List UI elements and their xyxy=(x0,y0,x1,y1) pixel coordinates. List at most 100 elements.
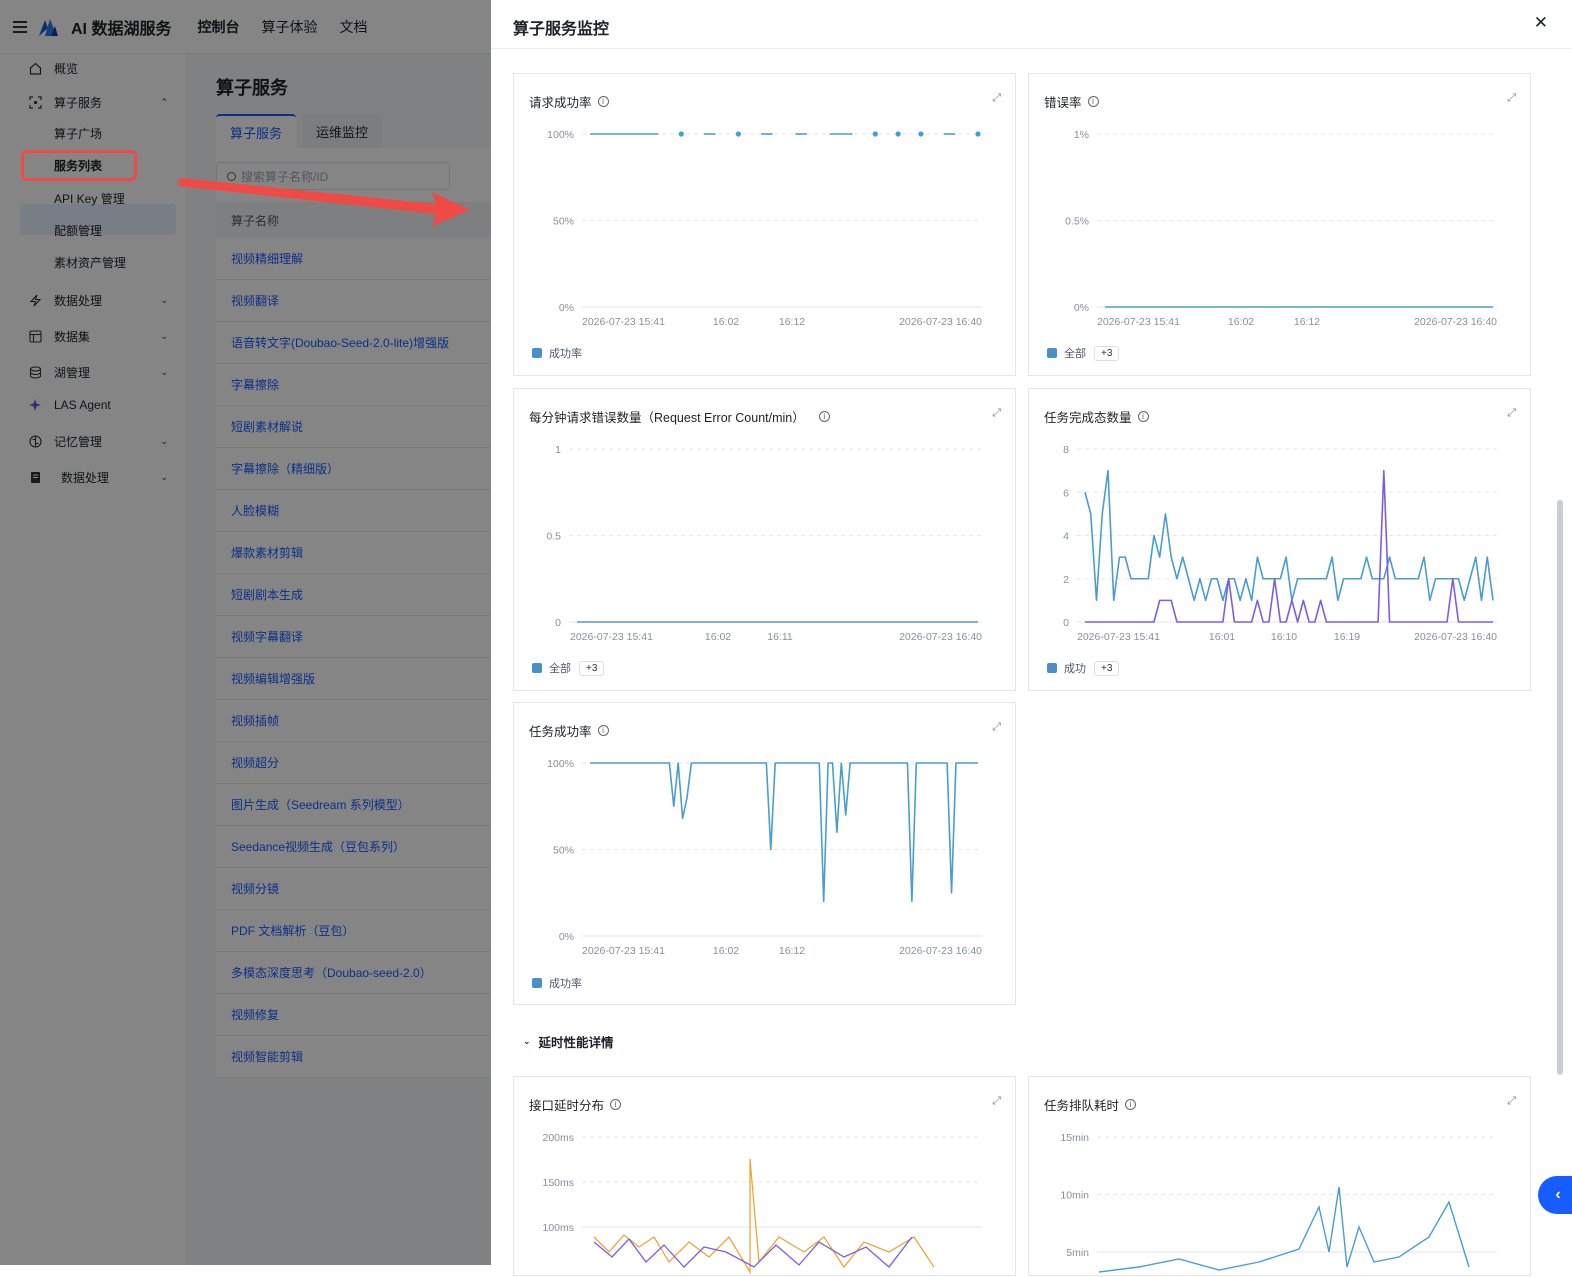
y-tick-label: 0% xyxy=(559,931,574,943)
y-tick-label: 150ms xyxy=(542,1177,574,1189)
panel-title: 每分钟请求错误数量（Request Error Count/min） i xyxy=(529,407,830,426)
x-tick-label: 16:12 xyxy=(1294,316,1320,328)
series-line xyxy=(590,762,978,903)
panel-error-count: 1 0.5 0 2026-07-23 15:41 16:02 16:11 2026-07-2… xyxy=(513,388,1016,691)
x-tick-label: 2026-07-23 15:41 xyxy=(1097,316,1180,328)
legend-label: 成功率 xyxy=(549,348,582,360)
legend-more-badge[interactable]: +3 xyxy=(579,660,605,676)
legend-more-badge[interactable]: +3 xyxy=(1094,345,1120,361)
panel-title-text: 请求成功率 xyxy=(529,96,592,110)
x-tick-label: 16:11 xyxy=(767,631,793,643)
expand-icon[interactable]: ⤢ xyxy=(992,407,1001,420)
expand-icon[interactable]: ⤢ xyxy=(992,1095,1001,1108)
y-tick-label: 200ms xyxy=(542,1132,574,1144)
chart-error-rate: 1% 0.5% 0% 2026-07-23 15:41 16:02 16:12 2026-0… xyxy=(1065,129,1497,328)
info-icon[interactable]: i xyxy=(597,725,609,736)
info-icon[interactable]: i xyxy=(818,411,830,422)
y-tick-label: 5min xyxy=(1066,1247,1089,1259)
x-tick-label: 2026-07-23 16:40 xyxy=(899,945,982,957)
y-tick-label: 8 xyxy=(1063,444,1069,456)
series-point xyxy=(975,131,981,137)
legend-swatch xyxy=(1047,663,1057,673)
x-tick-label: 2026-07-23 16:40 xyxy=(1414,316,1497,328)
x-tick-label: 2026-07-23 15:41 xyxy=(582,945,665,957)
info-icon[interactable]: i xyxy=(1125,1099,1137,1110)
panel-title-text: 任务成功率 xyxy=(529,725,592,739)
legend-swatch xyxy=(532,663,542,673)
y-tick-label: 50% xyxy=(553,845,574,857)
legend-swatch xyxy=(1047,348,1057,358)
x-tick-label: 16:19 xyxy=(1334,631,1360,643)
y-tick-label: 15min xyxy=(1060,1132,1089,1144)
series-point xyxy=(678,131,684,137)
expand-icon[interactable]: ⤢ xyxy=(992,92,1001,105)
section-title: 延时性能详情 xyxy=(538,1036,614,1050)
info-icon[interactable]: i xyxy=(1137,411,1149,422)
x-tick-label: 2026-07-23 15:41 xyxy=(570,631,653,643)
panel-title-text: 错误率 xyxy=(1044,96,1082,110)
series-point xyxy=(872,131,878,137)
series-line xyxy=(1085,469,1493,623)
expand-icon[interactable]: ⤢ xyxy=(1507,407,1516,420)
series-line xyxy=(593,1158,935,1275)
y-tick-label: 0% xyxy=(1074,302,1089,314)
scrollbar[interactable] xyxy=(1557,500,1563,1075)
y-tick-label: 50% xyxy=(553,216,574,228)
chart-task-success-rate: 100% 50% 0% 2026-07-23 15:41 16:02 16:12 2026-… xyxy=(547,758,982,957)
collapse-chevron-icon[interactable]: ‹ xyxy=(1538,1176,1572,1214)
drawer-header: 算子服务监控 ✕ xyxy=(491,0,1572,49)
info-icon[interactable]: i xyxy=(1087,96,1099,107)
x-tick-label: 16:02 xyxy=(1228,316,1254,328)
chevron-down-icon: ⌄ xyxy=(523,1036,531,1046)
expand-icon[interactable]: ⤢ xyxy=(992,721,1001,734)
monitor-drawer: 算子服务监控 ✕ 100% 50% 0% 2026-07-23 15:41 16:02 1… xyxy=(491,0,1572,1276)
panel-title: 接口延时分布 i xyxy=(529,1095,622,1114)
x-tick-label: 16:02 xyxy=(713,945,739,957)
legend-swatch xyxy=(532,348,542,358)
x-tick-label: 2026-07-23 16:40 xyxy=(899,316,982,328)
y-tick-label: 10min xyxy=(1060,1190,1089,1202)
x-tick-label: 2026-07-23 15:41 xyxy=(1077,631,1160,643)
y-tick-label: 4 xyxy=(1063,531,1069,543)
series-point xyxy=(735,131,741,137)
chart-legend[interactable]: 成功率 xyxy=(532,975,582,991)
panel-title-text: 任务排队耗时 xyxy=(1044,1099,1120,1113)
x-tick-label: 16:01 xyxy=(1209,631,1235,643)
y-tick-label: 100ms xyxy=(542,1222,574,1234)
info-icon[interactable]: i xyxy=(597,96,609,107)
legend-label: 全部 xyxy=(549,663,571,675)
panel-queue-time: 15min 10min 5min 任务排队耗时 i ⤢ xyxy=(1028,1076,1531,1276)
y-tick-label: 0.5 xyxy=(546,531,561,543)
panel-request-success-rate: 100% 50% 0% 2026-07-23 15:41 16:02 16:12 2026-… xyxy=(513,73,1016,376)
chart-error-count: 1 0.5 0 2026-07-23 15:41 16:02 16:11 2026-07-2… xyxy=(546,444,982,643)
x-tick-label: 2026-07-23 15:41 xyxy=(582,316,665,328)
panel-title: 错误率 i xyxy=(1044,92,1099,111)
legend-label: 成功 xyxy=(1064,663,1086,675)
close-icon[interactable]: ✕ xyxy=(1534,13,1548,33)
chart-legend[interactable]: 成功 +3 xyxy=(1047,660,1120,676)
chart-task-done: 8 6 4 2 0 2026-07-23 15:41 16:01 16:10 16:19 2026… xyxy=(1063,444,1497,643)
x-tick-label: 16:10 xyxy=(1271,631,1297,643)
panel-title-text: 接口延时分布 xyxy=(529,1099,605,1113)
expand-icon[interactable]: ⤢ xyxy=(1507,1095,1516,1108)
x-tick-label: 2026-07-23 16:40 xyxy=(899,631,982,643)
y-tick-label: 0 xyxy=(555,617,561,629)
drawer-title: 算子服务监控 xyxy=(513,21,610,38)
expand-icon[interactable]: ⤢ xyxy=(1507,92,1516,105)
panel-error-rate: 1% 0.5% 0% 2026-07-23 15:41 16:02 16:12 2026-0… xyxy=(1028,73,1531,376)
red-arrow-annotation xyxy=(178,178,470,226)
legend-more-badge[interactable]: +3 xyxy=(1094,660,1120,676)
info-icon[interactable]: i xyxy=(610,1099,622,1110)
y-tick-label: 0% xyxy=(559,302,574,314)
series-point xyxy=(895,131,901,137)
series-line xyxy=(1098,1186,1470,1273)
chart-legend[interactable]: 成功率 xyxy=(532,345,582,361)
y-tick-label: 0.5% xyxy=(1065,216,1089,228)
chart-legend[interactable]: 全部 +3 xyxy=(532,660,605,676)
latency-section-toggle[interactable]: ⌄ 延时性能详情 xyxy=(523,1032,614,1051)
chart-legend[interactable]: 全部 +3 xyxy=(1047,345,1120,361)
legend-label: 成功率 xyxy=(549,978,582,990)
panel-title-text: 任务完成态数量 xyxy=(1044,411,1132,425)
y-tick-label: 6 xyxy=(1063,487,1069,499)
panel-title: 请求成功率 i xyxy=(529,92,609,111)
